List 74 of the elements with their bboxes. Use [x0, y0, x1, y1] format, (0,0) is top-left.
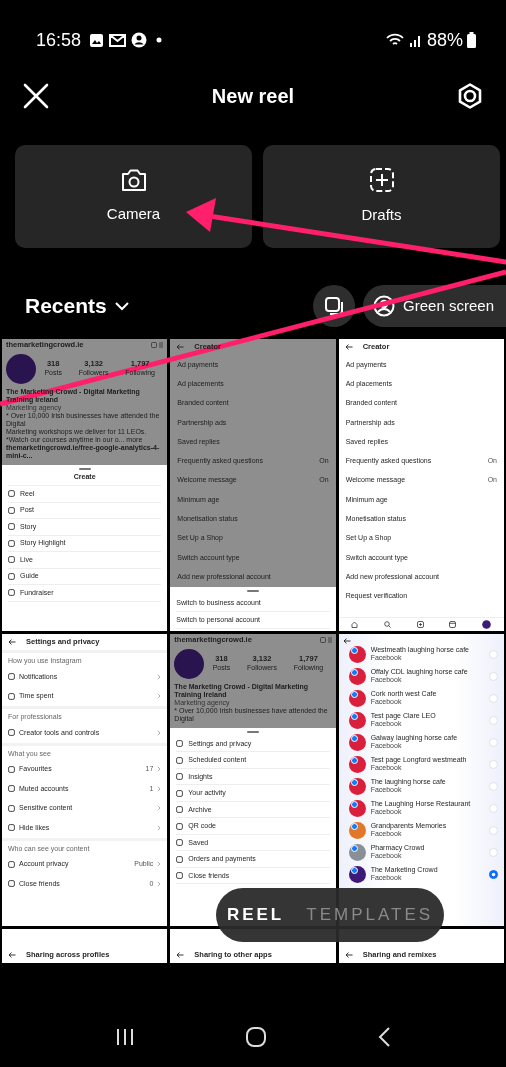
- setting-icon: [8, 880, 15, 888]
- facebook-badge: [350, 866, 358, 874]
- facebook-badge: [350, 690, 358, 698]
- settings-button[interactable]: [456, 81, 484, 110]
- back-arrow-icon[interactable]: [8, 639, 16, 645]
- mail-icon: [109, 32, 127, 48]
- back-arrow-icon[interactable]: [176, 952, 185, 958]
- facebook-badge: [350, 646, 358, 654]
- chevron-left-icon: [377, 1025, 391, 1048]
- setting-icon: [8, 804, 15, 812]
- header-icons-drawing: [319, 637, 332, 644]
- setting-icon: [8, 692, 15, 700]
- sheet-handle: [247, 730, 259, 733]
- setting-icon: [8, 785, 15, 793]
- radio-button[interactable]: [489, 869, 498, 879]
- profile-avatar: [6, 353, 36, 384]
- facebook-badge: [350, 734, 358, 742]
- dashed-plus-square-icon: [367, 166, 396, 195]
- image-icon: [89, 32, 105, 48]
- mode-tab[interactable]: REEL: [226, 902, 285, 928]
- setting-icon: [8, 860, 15, 868]
- three-bars-icon: [115, 1026, 135, 1047]
- sheet-handle: [247, 589, 259, 592]
- status-time: 16:58: [36, 28, 82, 52]
- home-icon[interactable]: [351, 621, 359, 628]
- screenshot-thumbnail[interactable]: [338, 339, 504, 631]
- menu-item-icon: [176, 872, 184, 880]
- setting-icon: [8, 729, 15, 737]
- camera-icon: [119, 167, 148, 194]
- mode-tab[interactable]: TEMPLATES: [306, 902, 434, 928]
- back-arrow-icon[interactable]: [344, 344, 353, 350]
- battery-icon: [467, 32, 476, 48]
- stacked-squares-icon: [324, 296, 345, 316]
- sheet-handle: [78, 468, 91, 471]
- back-arrow-icon[interactable]: [8, 952, 16, 958]
- drafts-button[interactable]: Drafts: [263, 145, 500, 248]
- facebook-badge: [350, 668, 358, 676]
- facebook-badge: [350, 822, 358, 830]
- facebook-badge: [350, 756, 358, 764]
- home-button[interactable]: [245, 1024, 267, 1048]
- facebook-badge: [350, 778, 358, 786]
- notification-dot-icon: [156, 37, 163, 43]
- facebook-badge: [350, 712, 358, 720]
- screenshot-thumbnail[interactable]: [170, 339, 336, 631]
- facebook-badge: [350, 800, 358, 808]
- battery-percentage: 88%: [426, 28, 463, 52]
- setting-icon: [8, 765, 15, 773]
- back-arrow-icon[interactable]: [344, 952, 353, 958]
- rounded-square-icon: [245, 1025, 267, 1048]
- screenshot-thumbnail[interactable]: [2, 634, 168, 926]
- screen-title: New reel: [211, 83, 295, 109]
- profile-avatar: [174, 648, 205, 679]
- recents-dropdown[interactable]: Recents: [25, 290, 129, 322]
- wifi-icon: [384, 32, 405, 48]
- search-icon[interactable]: [384, 621, 392, 628]
- close-icon: [22, 81, 50, 110]
- facebook-badge: [350, 844, 358, 852]
- profile-avatar-icon[interactable]: [482, 620, 492, 629]
- back-button[interactable]: [377, 1024, 391, 1048]
- settings-icon: [456, 81, 484, 110]
- camera-button[interactable]: Camera: [15, 145, 252, 248]
- screenshot-thumbnail[interactable]: [2, 339, 168, 631]
- chevron-down-icon: [114, 301, 129, 311]
- close-button[interactable]: [22, 81, 50, 110]
- setting-icon: [8, 673, 15, 681]
- reels-icon[interactable]: [449, 621, 457, 628]
- backdrop-effect-button[interactable]: Green screen: [363, 285, 506, 327]
- account-icon: [131, 32, 148, 48]
- setting-icon: [8, 824, 15, 832]
- back-arrow-icon[interactable]: [342, 638, 351, 644]
- header-icons-drawing: [151, 342, 164, 349]
- person-circle-icon: [373, 295, 396, 317]
- plus-square-icon[interactable]: [416, 621, 424, 628]
- menu-item-icon: [8, 589, 15, 597]
